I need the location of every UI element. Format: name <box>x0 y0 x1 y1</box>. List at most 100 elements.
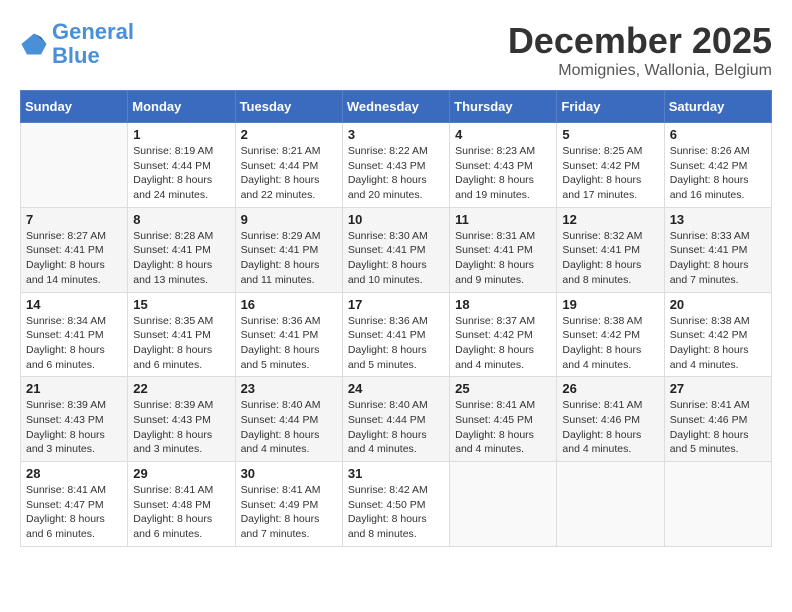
calendar-cell: 2 Sunrise: 8:21 AMSunset: 4:44 PMDaylight… <box>235 123 342 208</box>
logo-line2: Blue <box>52 43 100 68</box>
calendar-cell: 23Sunrise: 8:40 AMSunset: 4:44 PMDayligh… <box>235 377 342 462</box>
calendar-table: SundayMondayTuesdayWednesdayThursdayFrid… <box>20 90 772 547</box>
day-number: 28 <box>26 466 122 481</box>
day-number: 27 <box>670 381 766 396</box>
calendar-cell <box>557 462 664 547</box>
logo-line1: General <box>52 19 134 44</box>
calendar-cell: 1 Sunrise: 8:19 AMSunset: 4:44 PMDaylight… <box>128 123 235 208</box>
day-number: 7 <box>26 212 122 227</box>
day-number: 4 <box>455 127 551 142</box>
calendar-cell: 14 Sunrise: 8:34 AMSunset: 4:41 PMDayligh… <box>21 292 128 377</box>
day-info: Sunrise: 8:36 AMSunset: 4:41 PMDaylight:… <box>348 314 444 373</box>
day-number: 19 <box>562 297 658 312</box>
calendar-cell: 26 Sunrise: 8:41 AMSunset: 4:46 PMDayligh… <box>557 377 664 462</box>
day-info: Sunrise: 8:35 AMSunset: 4:41 PMDaylight:… <box>133 314 229 373</box>
calendar-header: SundayMondayTuesdayWednesdayThursdayFrid… <box>21 91 772 123</box>
calendar-cell: 22Sunrise: 8:39 AMSunset: 4:43 PMDayligh… <box>128 377 235 462</box>
day-number: 11 <box>455 212 551 227</box>
day-info: Sunrise: 8:38 AMSunset: 4:42 PMDaylight:… <box>670 314 766 373</box>
day-info: Sunrise: 8:38 AMSunset: 4:42 PMDaylight:… <box>562 314 658 373</box>
day-info: Sunrise: 8:28 AMSunset: 4:41 PMDaylight:… <box>133 229 229 288</box>
logo-icon <box>20 30 48 58</box>
day-info: Sunrise: 8:41 AMSunset: 4:46 PMDaylight:… <box>562 398 658 457</box>
day-info: Sunrise: 8:39 AMSunset: 4:43 PMDaylight:… <box>133 398 229 457</box>
calendar-cell: 11Sunrise: 8:31 AMSunset: 4:41 PMDayligh… <box>450 207 557 292</box>
calendar-week-row: 1 Sunrise: 8:19 AMSunset: 4:44 PMDaylight… <box>21 123 772 208</box>
day-number: 3 <box>348 127 444 142</box>
calendar-week-row: 28 Sunrise: 8:41 AMSunset: 4:47 PMDayligh… <box>21 462 772 547</box>
day-info: Sunrise: 8:39 AMSunset: 4:43 PMDaylight:… <box>26 398 122 457</box>
day-number: 12 <box>562 212 658 227</box>
day-number: 29 <box>133 466 229 481</box>
day-number: 13 <box>670 212 766 227</box>
day-number: 23 <box>241 381 337 396</box>
day-number: 16 <box>241 297 337 312</box>
calendar-cell: 15 Sunrise: 8:35 AMSunset: 4:41 PMDayligh… <box>128 292 235 377</box>
day-number: 10 <box>348 212 444 227</box>
calendar-cell: 27 Sunrise: 8:41 AMSunset: 4:46 PMDayligh… <box>664 377 771 462</box>
day-number: 20 <box>670 297 766 312</box>
day-info: Sunrise: 8:23 AMSunset: 4:43 PMDaylight:… <box>455 144 551 203</box>
weekday-header: Tuesday <box>235 91 342 123</box>
day-info: Sunrise: 8:40 AMSunset: 4:44 PMDaylight:… <box>348 398 444 457</box>
day-info: Sunrise: 8:41 AMSunset: 4:47 PMDaylight:… <box>26 483 122 542</box>
day-number: 15 <box>133 297 229 312</box>
calendar-cell: 7 Sunrise: 8:27 AMSunset: 4:41 PMDaylight… <box>21 207 128 292</box>
day-info: Sunrise: 8:41 AMSunset: 4:48 PMDaylight:… <box>133 483 229 542</box>
calendar-cell: 4 Sunrise: 8:23 AMSunset: 4:43 PMDaylight… <box>450 123 557 208</box>
weekday-header: Thursday <box>450 91 557 123</box>
day-number: 2 <box>241 127 337 142</box>
day-info: Sunrise: 8:19 AMSunset: 4:44 PMDaylight:… <box>133 144 229 203</box>
calendar-cell: 16 Sunrise: 8:36 AMSunset: 4:41 PMDayligh… <box>235 292 342 377</box>
calendar-cell: 21 Sunrise: 8:39 AMSunset: 4:43 PMDayligh… <box>21 377 128 462</box>
calendar-cell: 19 Sunrise: 8:38 AMSunset: 4:42 PMDayligh… <box>557 292 664 377</box>
day-number: 18 <box>455 297 551 312</box>
day-number: 26 <box>562 381 658 396</box>
day-info: Sunrise: 8:41 AMSunset: 4:45 PMDaylight:… <box>455 398 551 457</box>
calendar-cell: 17 Sunrise: 8:36 AMSunset: 4:41 PMDayligh… <box>342 292 449 377</box>
day-number: 1 <box>133 127 229 142</box>
day-number: 6 <box>670 127 766 142</box>
calendar-cell: 8 Sunrise: 8:28 AMSunset: 4:41 PMDaylight… <box>128 207 235 292</box>
day-info: Sunrise: 8:25 AMSunset: 4:42 PMDaylight:… <box>562 144 658 203</box>
day-info: Sunrise: 8:32 AMSunset: 4:41 PMDaylight:… <box>562 229 658 288</box>
weekday-header: Monday <box>128 91 235 123</box>
calendar-cell: 25Sunrise: 8:41 AMSunset: 4:45 PMDayligh… <box>450 377 557 462</box>
calendar-cell: 10 Sunrise: 8:30 AMSunset: 4:41 PMDayligh… <box>342 207 449 292</box>
day-info: Sunrise: 8:27 AMSunset: 4:41 PMDaylight:… <box>26 229 122 288</box>
day-info: Sunrise: 8:37 AMSunset: 4:42 PMDaylight:… <box>455 314 551 373</box>
day-number: 31 <box>348 466 444 481</box>
day-number: 21 <box>26 381 122 396</box>
day-info: Sunrise: 8:21 AMSunset: 4:44 PMDaylight:… <box>241 144 337 203</box>
day-number: 9 <box>241 212 337 227</box>
weekday-header: Saturday <box>664 91 771 123</box>
calendar-cell: 12 Sunrise: 8:32 AMSunset: 4:41 PMDayligh… <box>557 207 664 292</box>
day-number: 8 <box>133 212 229 227</box>
day-number: 5 <box>562 127 658 142</box>
calendar-week-row: 14 Sunrise: 8:34 AMSunset: 4:41 PMDayligh… <box>21 292 772 377</box>
weekday-header: Sunday <box>21 91 128 123</box>
calendar-cell: 3 Sunrise: 8:22 AMSunset: 4:43 PMDaylight… <box>342 123 449 208</box>
day-info: Sunrise: 8:30 AMSunset: 4:41 PMDaylight:… <box>348 229 444 288</box>
calendar-cell: 30Sunrise: 8:41 AMSunset: 4:49 PMDayligh… <box>235 462 342 547</box>
calendar-cell: 24Sunrise: 8:40 AMSunset: 4:44 PMDayligh… <box>342 377 449 462</box>
calendar-cell: 31 Sunrise: 8:42 AMSunset: 4:50 PMDayligh… <box>342 462 449 547</box>
calendar-cell: 9 Sunrise: 8:29 AMSunset: 4:41 PMDaylight… <box>235 207 342 292</box>
day-info: Sunrise: 8:26 AMSunset: 4:42 PMDaylight:… <box>670 144 766 203</box>
day-number: 14 <box>26 297 122 312</box>
page-header: General Blue December 2025 Momignies, Wa… <box>20 20 772 80</box>
day-info: Sunrise: 8:42 AMSunset: 4:50 PMDaylight:… <box>348 483 444 542</box>
day-info: Sunrise: 8:34 AMSunset: 4:41 PMDaylight:… <box>26 314 122 373</box>
day-number: 17 <box>348 297 444 312</box>
calendar-cell: 20 Sunrise: 8:38 AMSunset: 4:42 PMDayligh… <box>664 292 771 377</box>
day-number: 30 <box>241 466 337 481</box>
title-block: December 2025 Momignies, Wallonia, Belgi… <box>508 20 772 80</box>
calendar-cell: 29 Sunrise: 8:41 AMSunset: 4:48 PMDayligh… <box>128 462 235 547</box>
day-info: Sunrise: 8:36 AMSunset: 4:41 PMDaylight:… <box>241 314 337 373</box>
day-info: Sunrise: 8:41 AMSunset: 4:46 PMDaylight:… <box>670 398 766 457</box>
day-info: Sunrise: 8:22 AMSunset: 4:43 PMDaylight:… <box>348 144 444 203</box>
calendar-cell: 6 Sunrise: 8:26 AMSunset: 4:42 PMDaylight… <box>664 123 771 208</box>
day-info: Sunrise: 8:29 AMSunset: 4:41 PMDaylight:… <box>241 229 337 288</box>
weekday-header: Friday <box>557 91 664 123</box>
logo-text: General Blue <box>52 20 134 68</box>
